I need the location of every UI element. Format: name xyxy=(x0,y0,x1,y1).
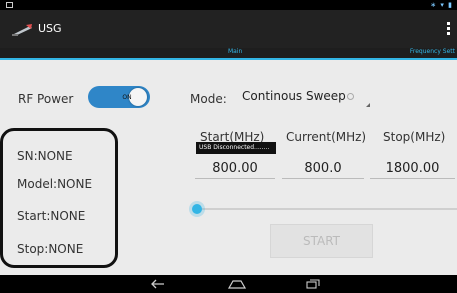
rf-power-label: RF Power xyxy=(18,92,74,106)
status-bar: ∗ ▾ ▮ xyxy=(0,0,457,10)
mode-value: Continous Sweep xyxy=(242,89,346,103)
tab-bar: Main Frequency Sett xyxy=(0,48,457,60)
radio-icon xyxy=(347,93,354,100)
frequency-slider-track[interactable] xyxy=(197,208,457,210)
notification-icon xyxy=(6,2,13,8)
overflow-menu-icon[interactable] xyxy=(445,20,451,40)
tab-frequency-settings[interactable]: Frequency Sett xyxy=(410,48,455,55)
start-info: Start:NONE xyxy=(17,209,86,223)
usb-status-toast: USB Disconnected........ xyxy=(196,142,276,154)
back-icon[interactable] xyxy=(150,279,166,289)
stop-mhz-field[interactable]: 1800.00 xyxy=(370,161,455,176)
model-info: Model:NONE xyxy=(17,177,93,191)
mode-label: Mode: xyxy=(190,92,227,106)
current-mhz-header: Current(MHz) xyxy=(286,130,367,144)
current-mhz-field[interactable]: 800.0 xyxy=(282,161,364,176)
current-field-underline xyxy=(282,178,364,179)
app-logo-icon xyxy=(12,24,32,36)
toggle-state-text: ON xyxy=(122,93,132,101)
frequency-slider-thumb[interactable] xyxy=(192,204,202,214)
action-bar: USG xyxy=(0,10,457,48)
recent-apps-icon[interactable] xyxy=(306,279,320,289)
home-icon[interactable] xyxy=(228,280,246,289)
stop-mhz-header: Stop(MHz) xyxy=(383,130,446,144)
sn-info: SN:NONE xyxy=(17,149,73,163)
dropdown-corner-icon xyxy=(366,103,370,107)
status-icons: ∗ ▾ ▮ xyxy=(430,1,453,9)
app-title: USG xyxy=(38,22,62,35)
stop-info: Stop:NONE xyxy=(17,242,84,256)
tab-main[interactable]: Main xyxy=(228,48,242,55)
start-button[interactable]: START xyxy=(270,224,373,258)
stop-field-underline xyxy=(370,178,455,179)
start-field-underline xyxy=(195,178,275,179)
start-mhz-field[interactable]: 800.00 xyxy=(195,161,275,176)
rf-power-toggle[interactable]: ON xyxy=(88,86,150,108)
mode-dropdown[interactable]: Continous Sweep xyxy=(240,87,370,107)
navigation-bar xyxy=(0,275,457,293)
main-panel: RF Power ON Mode: Continous Sweep SN:NON… xyxy=(0,60,457,275)
